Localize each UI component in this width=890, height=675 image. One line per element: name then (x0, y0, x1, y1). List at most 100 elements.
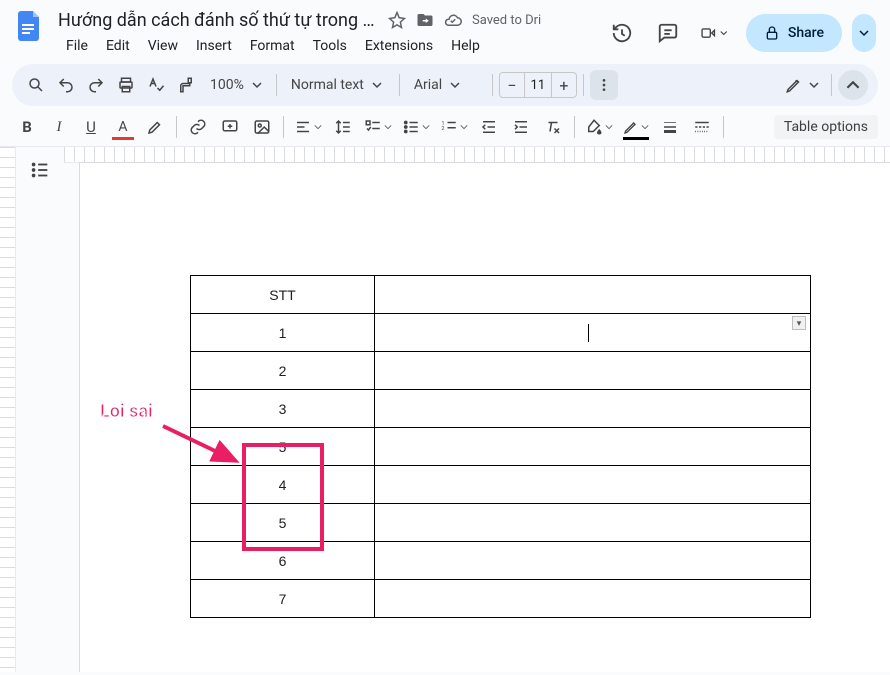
menu-view[interactable]: View (140, 34, 186, 58)
app-root: Hướng dẫn cách đánh số thứ tự trong b...… (0, 0, 890, 675)
page[interactable]: STT 1▾ 2 3 5 4 5 6 7 Lỗi sai (80, 163, 890, 672)
table-cell[interactable] (375, 390, 811, 428)
border-width-icon[interactable] (655, 112, 685, 142)
star-icon[interactable] (388, 11, 406, 29)
border-color-icon[interactable] (619, 112, 653, 142)
svg-text:2: 2 (442, 126, 445, 132)
collapse-toolbar-icon[interactable] (838, 70, 868, 100)
docs-logo[interactable] (12, 8, 48, 44)
font-size-group: − 11 + (499, 72, 577, 98)
menu-bar: File Edit View Insert Format Tools Exten… (58, 32, 598, 64)
highlight-color-icon[interactable] (140, 112, 170, 142)
separator (723, 116, 724, 138)
italic-icon[interactable]: I (44, 112, 74, 142)
table-cell[interactable]: ▾ (375, 314, 811, 352)
insert-link-icon[interactable] (183, 112, 213, 142)
share-dropdown[interactable] (852, 14, 876, 52)
cloud-saved-icon[interactable] (444, 11, 462, 29)
add-comment-icon[interactable] (215, 112, 245, 142)
format-toolbar: B I U A 12 Table options (0, 106, 890, 147)
title-icons: Saved to Dri (388, 11, 541, 29)
outline-toggle-icon[interactable] (25, 155, 55, 185)
meet-icon[interactable] (700, 19, 728, 47)
table-row: 4 (191, 466, 811, 504)
table-cell[interactable] (375, 580, 811, 618)
table-cell-stt[interactable]: 7 (191, 580, 375, 618)
insert-image-icon[interactable] (247, 112, 277, 142)
undo-icon[interactable] (52, 70, 80, 100)
redo-icon[interactable] (82, 70, 110, 100)
table-cell[interactable] (375, 542, 811, 580)
paragraph-style-dropdown[interactable]: Normal text (283, 70, 393, 100)
move-icon[interactable] (416, 11, 434, 29)
table-cell-stt[interactable]: 5 (191, 504, 375, 542)
row-control-icon[interactable]: ▾ (792, 316, 806, 330)
comments-icon[interactable] (654, 19, 682, 47)
border-style-icon[interactable] (687, 112, 717, 142)
table-cell-stt[interactable]: 2 (191, 352, 375, 390)
table-cell-stt[interactable]: 6 (191, 542, 375, 580)
table-row: STT (191, 276, 811, 314)
menu-help[interactable]: Help (443, 34, 488, 58)
table-cell[interactable] (375, 276, 811, 314)
numbered-list-icon[interactable]: 12 (436, 112, 472, 142)
increase-indent-icon[interactable] (506, 112, 536, 142)
document-table[interactable]: STT 1▾ 2 3 5 4 5 6 7 (190, 275, 811, 618)
table-cell[interactable] (375, 504, 811, 542)
fill-color-icon[interactable] (581, 112, 617, 142)
font-size-decrease[interactable]: − (500, 76, 524, 95)
separator (574, 116, 575, 138)
table-options-button[interactable]: Table options (774, 115, 878, 139)
table-row: 6 (191, 542, 811, 580)
zoom-dropdown[interactable]: 100% (202, 70, 270, 100)
text-color-icon[interactable]: A (108, 112, 138, 142)
separator (399, 74, 400, 96)
decrease-indent-icon[interactable] (474, 112, 504, 142)
pencil-icon (785, 76, 803, 94)
separator (283, 116, 284, 138)
menu-tools[interactable]: Tools (305, 34, 355, 58)
history-icon[interactable] (608, 19, 636, 47)
table-row: 3 (191, 390, 811, 428)
table-cell[interactable] (375, 352, 811, 390)
main-toolbar: 100% Normal text Arial − 11 + (12, 64, 878, 106)
editing-mode-dropdown[interactable] (779, 76, 825, 94)
document-title[interactable]: Hướng dẫn cách đánh số thứ tự trong b... (58, 10, 378, 31)
font-dropdown[interactable]: Arial (406, 70, 486, 100)
print-icon[interactable] (112, 70, 140, 100)
menu-edit[interactable]: Edit (98, 34, 138, 58)
table-cell[interactable] (375, 466, 811, 504)
saved-status: Saved to Dri (472, 13, 541, 28)
share-label: Share (788, 25, 824, 41)
more-toolbar-icon[interactable] (590, 70, 618, 100)
clear-formatting-icon[interactable] (538, 112, 568, 142)
menu-insert[interactable]: Insert (188, 34, 240, 58)
horizontal-ruler (64, 147, 890, 163)
separator (176, 116, 177, 138)
line-spacing-icon[interactable] (328, 112, 358, 142)
table-header-stt[interactable]: STT (191, 276, 375, 314)
menu-file[interactable]: File (58, 34, 96, 58)
align-icon[interactable] (290, 112, 326, 142)
spellcheck-icon[interactable] (142, 70, 170, 100)
workspace: STT 1▾ 2 3 5 4 5 6 7 Lỗi sai (0, 147, 890, 672)
share-button[interactable]: Share (746, 14, 842, 52)
bold-icon[interactable]: B (12, 112, 42, 142)
menu-format[interactable]: Format (242, 34, 303, 58)
search-menus-icon[interactable] (22, 70, 50, 100)
bulleted-list-icon[interactable] (398, 112, 434, 142)
table-cell-stt[interactable]: 4 (191, 466, 375, 504)
font-size-increase[interactable]: + (552, 76, 576, 95)
table-row: 1▾ (191, 314, 811, 352)
table-cell[interactable] (375, 428, 811, 466)
table-cell-stt[interactable]: 1 (191, 314, 375, 352)
checklist-icon[interactable] (360, 112, 396, 142)
title-bar: Hướng dẫn cách đánh số thứ tự trong b...… (0, 0, 890, 64)
font-size-input[interactable]: 11 (524, 73, 552, 97)
text-cursor (588, 324, 589, 342)
table-row: 2 (191, 352, 811, 390)
menu-extensions[interactable]: Extensions (357, 34, 441, 58)
annotation-arrow-icon (158, 421, 248, 471)
paint-format-icon[interactable] (172, 70, 200, 100)
underline-icon[interactable]: U (76, 112, 106, 142)
